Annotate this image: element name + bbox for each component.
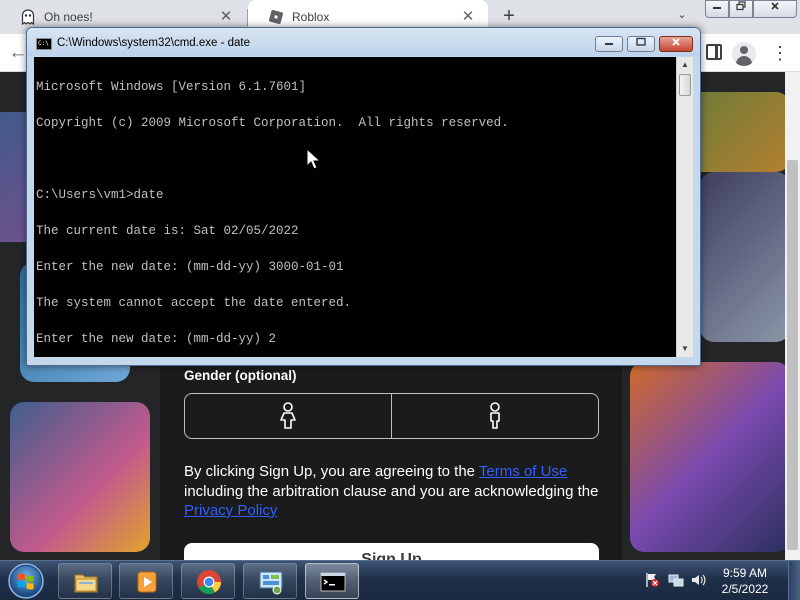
profile-avatar[interactable] <box>732 42 756 66</box>
close-window-button[interactable] <box>753 0 797 18</box>
cmd-scroll-thumb[interactable] <box>679 74 691 96</box>
cmd-output: Microsoft Windows [Version 6.1.7601] Cop… <box>36 57 509 369</box>
gender-selector <box>184 393 599 439</box>
cmd-minimize-button[interactable] <box>595 36 623 52</box>
male-icon <box>280 402 296 429</box>
cmd-window-title: C:\Windows\system32\cmd.exe - date <box>57 37 251 49</box>
taskbar-explorer[interactable] <box>58 563 112 599</box>
minimize-icon <box>713 7 721 9</box>
console-line: C:\Users\vm1>date <box>36 188 164 202</box>
cmd-console[interactable]: Microsoft Windows [Version 6.1.7601] Cop… <box>34 57 676 357</box>
explorer-icon <box>74 574 98 593</box>
windows-start-icon <box>8 563 44 599</box>
avatar-body <box>736 56 752 66</box>
page-scrollbar-thumb[interactable] <box>787 160 798 550</box>
console-line: The current date is: Sat 02/05/2022 <box>36 224 299 238</box>
new-tab-button[interactable]: + <box>498 6 520 28</box>
game-thumbnail <box>10 402 150 552</box>
console-line: Enter the new date: (mm-dd-yy) 3000-01-0… <box>36 260 344 274</box>
chrome-icon <box>197 570 221 595</box>
maximize-button[interactable] <box>729 0 753 18</box>
volume-icon[interactable] <box>690 572 706 588</box>
gender-label: Gender (optional) <box>184 368 297 383</box>
close-icon[interactable]: ✕ <box>218 9 234 25</box>
legal-text-part1: By clicking Sign Up, you are agreeing to… <box>184 463 479 480</box>
terms-of-use-link[interactable]: Terms of Use <box>479 463 567 480</box>
close-icon[interactable]: ✕ <box>460 9 476 25</box>
gender-male-button[interactable] <box>185 394 392 438</box>
console-line: Copyright (c) 2009 Microsoft Corporation… <box>36 116 509 130</box>
minimize-icon <box>605 43 613 45</box>
ghost-icon <box>20 9 36 26</box>
tab-title: Roblox <box>292 10 330 24</box>
mouse-cursor-icon <box>306 148 320 170</box>
cmd-icon <box>320 572 346 592</box>
tab-title: Oh noes! <box>44 10 93 24</box>
network-icon[interactable] <box>668 572 684 588</box>
tab-search-button[interactable]: ⌄ <box>672 8 692 26</box>
taskbar-chrome[interactable] <box>181 563 235 599</box>
maximize-icon <box>636 37 646 46</box>
gender-female-button[interactable] <box>392 394 598 438</box>
roblox-icon <box>268 9 284 25</box>
cmd-maximize-button[interactable] <box>627 36 655 52</box>
cmd-scrollbar[interactable]: ▲ ▼ <box>676 57 693 357</box>
taskbar-cmd[interactable] <box>305 563 359 599</box>
show-desktop-button[interactable] <box>788 561 800 600</box>
cmd-app-icon: C:\ <box>36 38 52 50</box>
avatar-head <box>740 46 748 54</box>
legal-disclaimer: By clicking Sign Up, you are agreeing to… <box>184 462 604 521</box>
console-line: Enter the new date: (mm-dd-yy) 2 <box>36 332 277 346</box>
restore-icon <box>736 1 746 11</box>
side-panel-icon[interactable] <box>706 44 722 60</box>
female-icon <box>490 402 500 429</box>
cmd-titlebar[interactable]: C:\ C:\Windows\system32\cmd.exe - date <box>27 28 700 56</box>
cmd-close-button[interactable] <box>659 36 693 52</box>
clock-date[interactable]: 2/5/2022 <box>710 582 780 596</box>
action-center-flag-icon[interactable] <box>644 572 660 588</box>
close-icon <box>672 38 680 46</box>
console-line: The system cannot accept the date entere… <box>36 296 352 310</box>
clock-time[interactable]: 9:59 AM <box>710 566 780 580</box>
privacy-policy-link[interactable]: Privacy Policy <box>184 502 277 519</box>
game-thumbnail <box>630 362 785 552</box>
control-panel-icon <box>259 571 283 595</box>
console-line: ​ <box>36 153 509 165</box>
game-thumbnail <box>700 172 785 342</box>
chrome-menu-button[interactable]: ⋮ <box>770 42 790 66</box>
scroll-down-icon[interactable]: ▼ <box>677 341 693 357</box>
scroll-up-icon[interactable]: ▲ <box>677 57 693 73</box>
taskbar-media-player[interactable] <box>119 563 173 599</box>
console-line: Microsoft Windows [Version 6.1.7601] <box>36 80 307 94</box>
cmd-window: C:\ C:\Windows\system32\cmd.exe - date M… <box>26 27 701 366</box>
minimize-button[interactable] <box>705 0 729 18</box>
start-button[interactable] <box>4 561 48 600</box>
media-player-icon <box>137 571 157 593</box>
legal-text-part2: including the arbitration clause and you… <box>184 482 599 500</box>
close-icon <box>771 2 779 10</box>
taskbar-control-panel[interactable] <box>243 563 297 599</box>
